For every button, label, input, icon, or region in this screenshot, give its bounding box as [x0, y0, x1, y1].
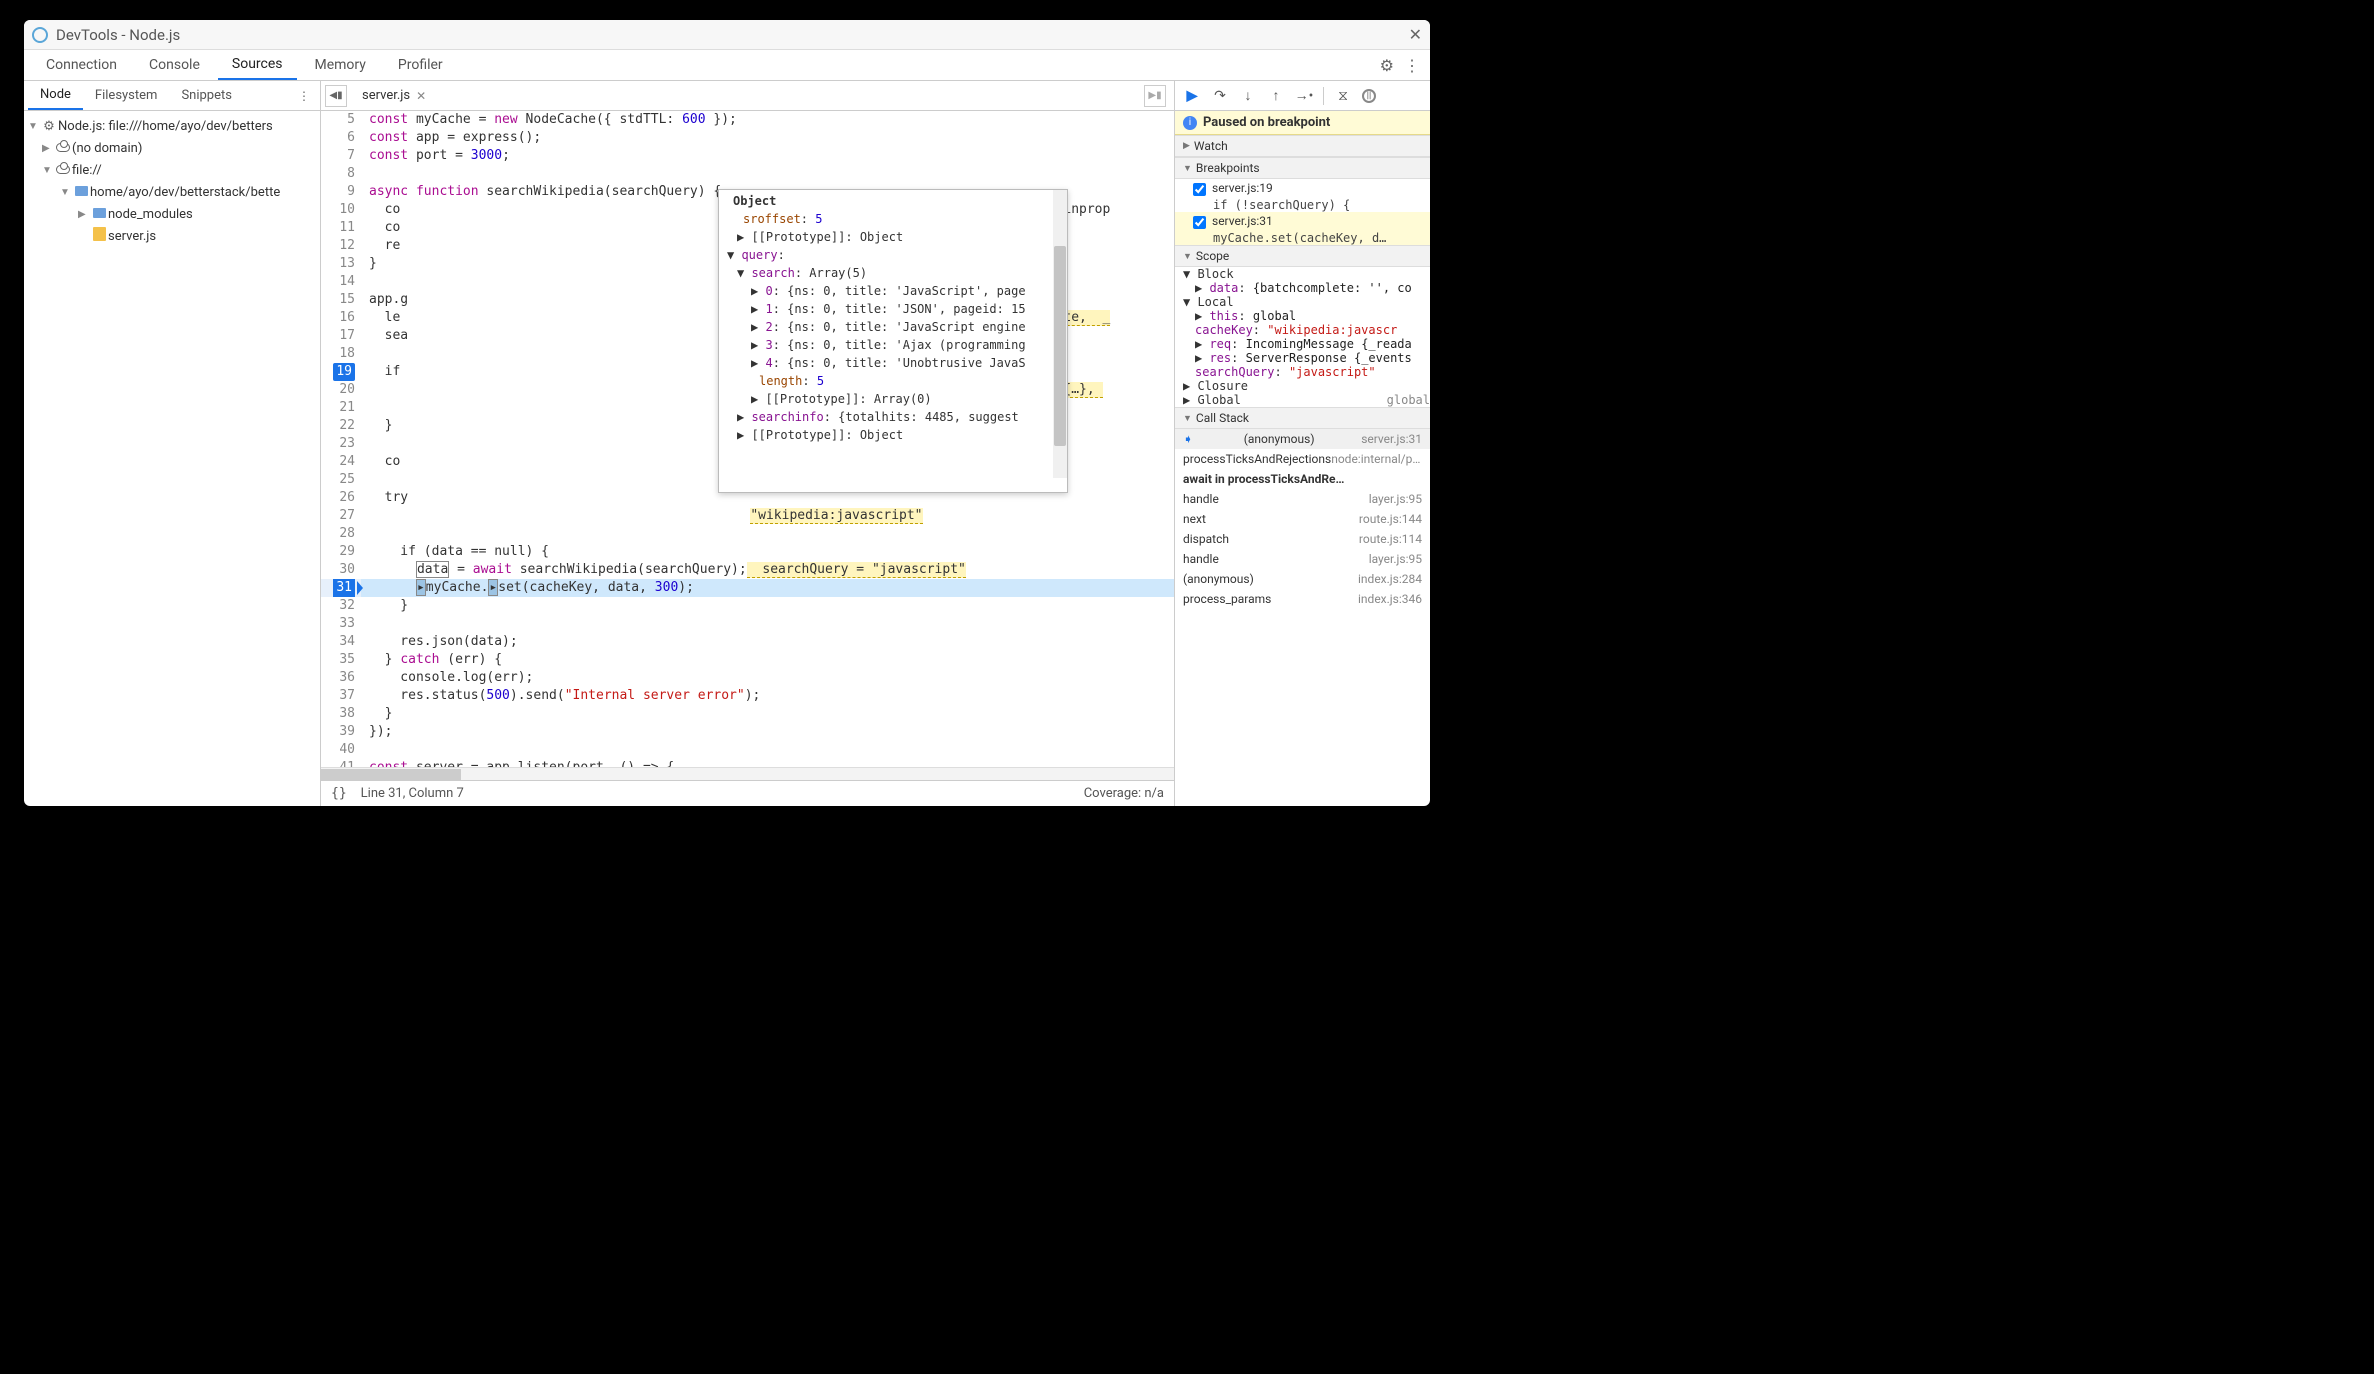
step-into-icon[interactable]: ↓	[1239, 87, 1257, 105]
toggle-debugger-icon[interactable]: ▶▮	[1144, 85, 1166, 107]
app-icon	[32, 27, 48, 43]
file-tabs: ◀▮ server.js ✕ ▶▮	[321, 81, 1174, 111]
window-title: DevTools - Node.js	[56, 26, 180, 44]
editor-panel: ◀▮ server.js ✕ ▶▮ 5const myCache = new N…	[321, 81, 1174, 806]
coverage-status: Coverage: n/a	[1084, 786, 1164, 801]
step-icon[interactable]: →•	[1295, 87, 1313, 105]
resume-icon[interactable]: ▶	[1183, 87, 1201, 105]
deactivate-bp-icon[interactable]: ⧖	[1334, 87, 1352, 105]
navtab-more-icon[interactable]: ⋮	[288, 85, 320, 107]
tooltip-scrollbar[interactable]	[1053, 190, 1067, 478]
navigator-panel: Node Filesystem Snippets ⋮ ▼⚙ Node.js: f…	[24, 81, 321, 806]
debugger-panel: ▶ ↷ ↓ ↑ →• ⧖ || i Paused on breakpoint ▶…	[1174, 81, 1430, 806]
devtools-window: DevTools - Node.js ✕ Connection Console …	[24, 20, 1430, 806]
scope-body: ▼ Block ▶ data: {batchcomplete: '', co ▼…	[1175, 267, 1430, 407]
stack-frame[interactable]: handlelayer.js:95	[1175, 489, 1430, 509]
pretty-print-icon[interactable]: {}	[331, 786, 347, 801]
tab-console[interactable]: Console	[135, 51, 214, 79]
cursor-position: Line 31, Column 7	[361, 786, 464, 801]
info-icon: i	[1183, 116, 1197, 130]
step-out-icon[interactable]: ↑	[1267, 87, 1285, 105]
titlebar: DevTools - Node.js ✕	[24, 20, 1430, 50]
stack-frame[interactable]: (anonymous)index.js:284	[1175, 569, 1430, 589]
object-tooltip[interactable]: Object sroffset: 5 ▶ [[Prototype]]: Obje…	[718, 189, 1068, 493]
breakpoint-item[interactable]: server.js:19	[1175, 179, 1430, 198]
bp-checkbox[interactable]	[1193, 183, 1206, 196]
tree-root[interactable]: ▼⚙ Node.js: file:///home/ayo/dev/betters	[24, 115, 320, 137]
tree-file-scheme[interactable]: ▼ file://	[24, 159, 320, 181]
jsfile-icon	[93, 227, 106, 241]
tab-sources[interactable]: Sources	[218, 50, 297, 80]
tree-node-modules[interactable]: ▶ node_modules	[24, 203, 320, 225]
main-tabs: Connection Console Sources Memory Profil…	[24, 50, 1430, 81]
section-callstack[interactable]: ▼Call Stack	[1175, 407, 1430, 429]
stack-frame[interactable]: process_paramsindex.js:346	[1175, 589, 1430, 609]
tree-no-domain[interactable]: ▶ (no domain)	[24, 137, 320, 159]
file-tree: ▼⚙ Node.js: file:///home/ayo/dev/betters…	[24, 111, 320, 806]
section-scope[interactable]: ▼Scope	[1175, 245, 1430, 267]
close-tab-icon[interactable]: ✕	[416, 89, 426, 103]
stack-frame[interactable]: (anonymous)server.js:31	[1175, 429, 1430, 449]
section-watch[interactable]: ▶Watch	[1175, 135, 1430, 157]
debug-toolbar: ▶ ↷ ↓ ↑ →• ⧖ ||	[1175, 81, 1430, 111]
tab-connection[interactable]: Connection	[32, 51, 131, 79]
folder-icon	[93, 208, 106, 218]
tree-folder[interactable]: ▼ home/ayo/dev/betterstack/bette	[24, 181, 320, 203]
section-breakpoints[interactable]: ▼Breakpoints	[1175, 157, 1430, 179]
stack-frame[interactable]: handlelayer.js:95	[1175, 549, 1430, 569]
tree-server-js[interactable]: server.js	[24, 225, 320, 247]
close-icon[interactable]: ✕	[1409, 25, 1422, 44]
step-over-icon[interactable]: ↷	[1211, 87, 1229, 105]
editor-hscrollbar[interactable]	[321, 767, 1174, 780]
stack-frame[interactable]: await in processTicksAndRe…	[1175, 469, 1430, 489]
tab-profiler[interactable]: Profiler	[384, 51, 457, 79]
statusbar: {} Line 31, Column 7 Coverage: n/a	[321, 780, 1174, 806]
folder-icon	[75, 186, 88, 196]
gear-icon: ⚙	[40, 119, 58, 134]
cloud-icon	[56, 165, 70, 174]
navtab-node[interactable]: Node	[28, 81, 83, 110]
filetab-server-js[interactable]: server.js ✕	[353, 84, 435, 107]
navigator-tabs: Node Filesystem Snippets ⋮	[24, 81, 320, 111]
pause-exceptions-icon[interactable]: ||	[1362, 89, 1376, 103]
settings-icon[interactable]: ⚙	[1380, 56, 1394, 75]
breakpoint-item[interactable]: server.js:31	[1175, 212, 1430, 231]
stack-frame[interactable]: dispatchroute.js:114	[1175, 529, 1430, 549]
tab-memory[interactable]: Memory	[301, 51, 380, 79]
bp-checkbox[interactable]	[1193, 216, 1206, 229]
stack-frame[interactable]: nextroute.js:144	[1175, 509, 1430, 529]
navtab-snippets[interactable]: Snippets	[169, 82, 244, 109]
callstack-body: (anonymous)server.js:31processTicksAndRe…	[1175, 429, 1430, 609]
more-icon[interactable]: ⋮	[1404, 56, 1420, 75]
cloud-icon	[56, 143, 70, 152]
pause-banner: i Paused on breakpoint	[1175, 111, 1430, 135]
navtab-filesystem[interactable]: Filesystem	[83, 82, 170, 109]
stack-frame[interactable]: processTicksAndRejectionsnode:internal/p…	[1175, 449, 1430, 469]
toggle-navigator-icon[interactable]: ◀▮	[325, 85, 347, 107]
